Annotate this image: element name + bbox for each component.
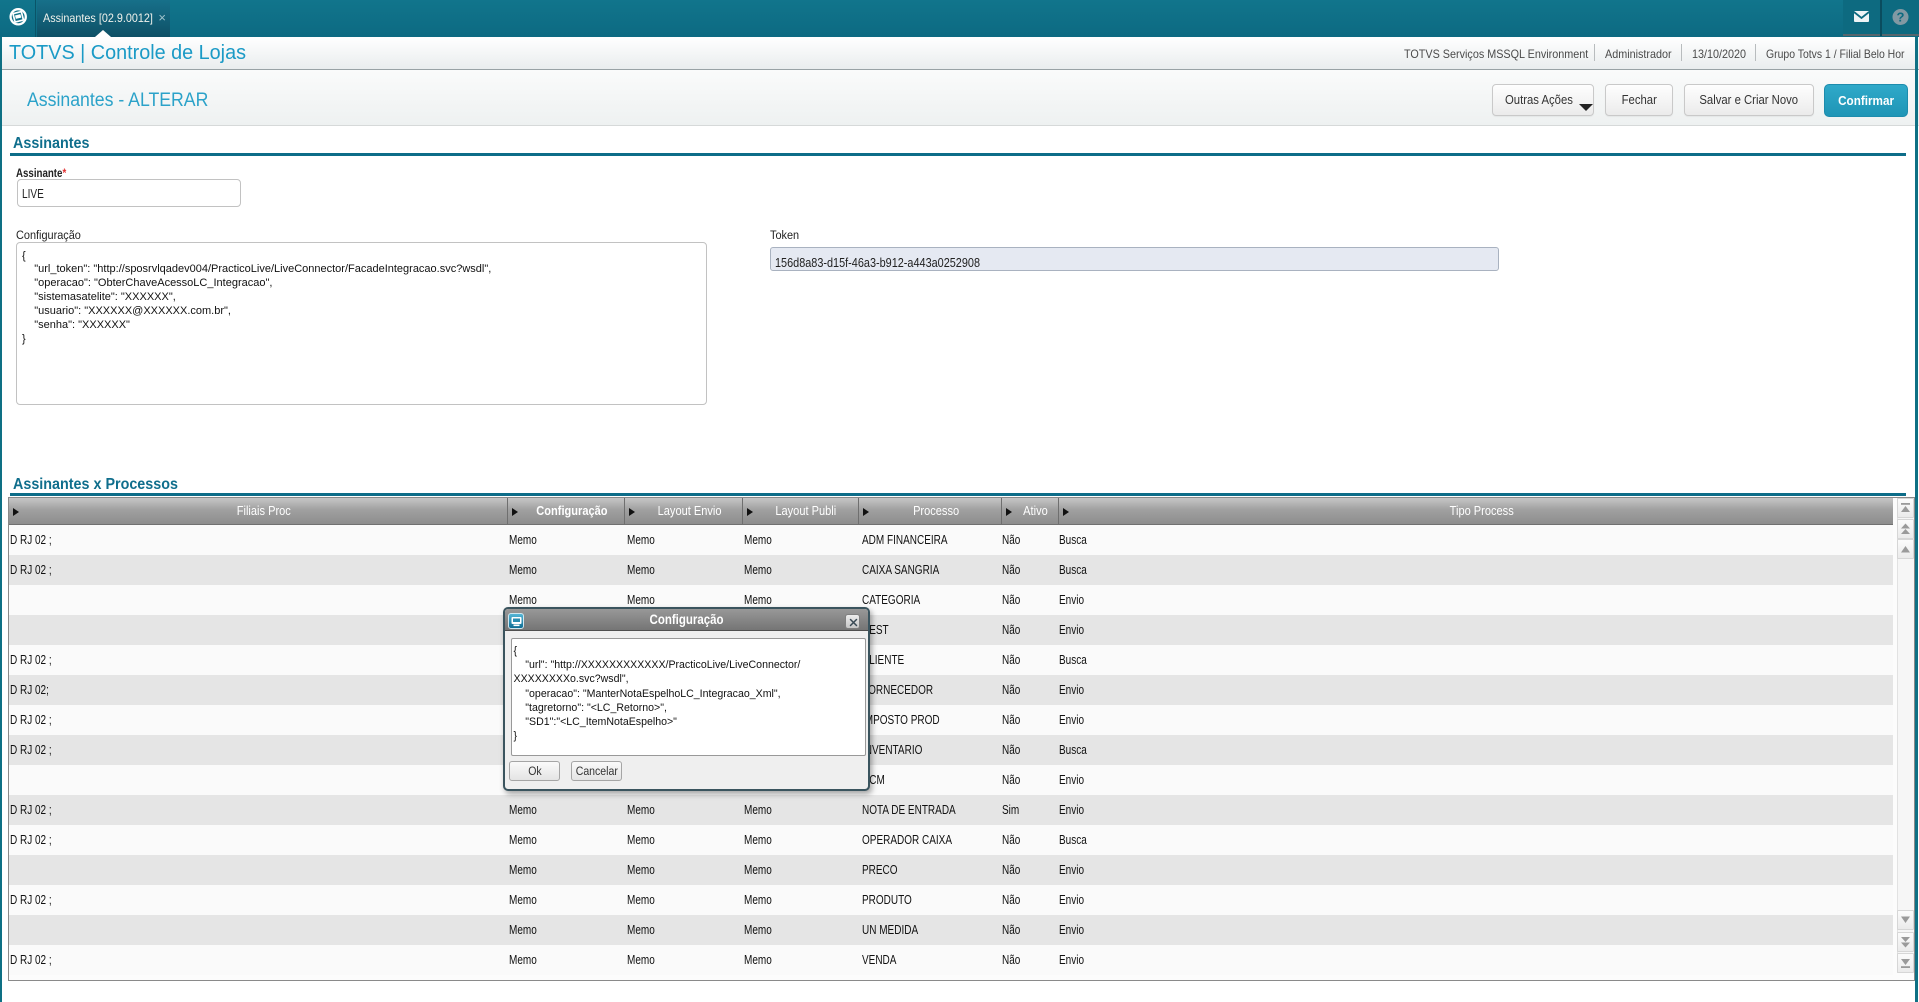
svg-text:?: ? xyxy=(1897,10,1905,25)
